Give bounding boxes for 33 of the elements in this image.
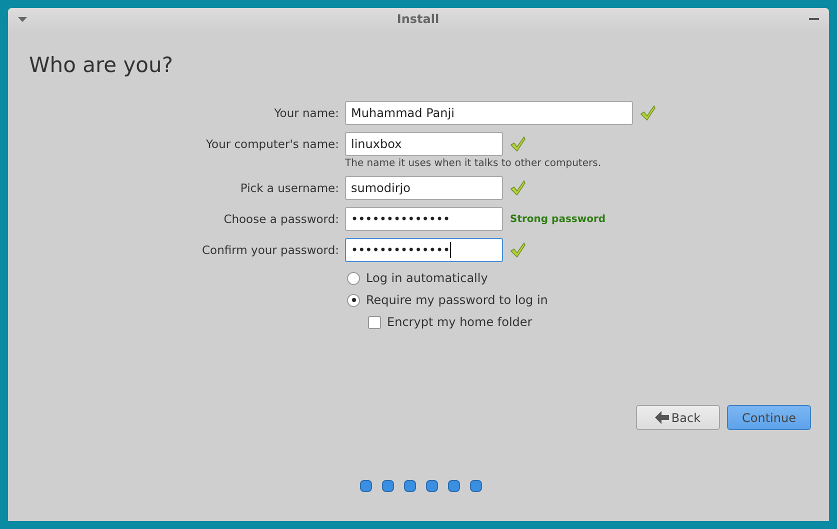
check-icon xyxy=(640,105,656,121)
input-field[interactable]: •••••••••••••• xyxy=(345,238,503,262)
field-value: •••••••••••••• xyxy=(351,212,450,226)
back-button[interactable]: Back xyxy=(636,405,720,430)
check-icon xyxy=(510,180,526,196)
password-strength: Strong password xyxy=(510,214,606,224)
field-value: Muhammad Panji xyxy=(351,106,454,120)
input-field[interactable]: linuxbox xyxy=(345,132,503,156)
field-value: •••••••••••••• xyxy=(351,243,450,257)
field-label: Your name: xyxy=(273,106,339,120)
hint-text: The name it uses when it talks to other computers. xyxy=(345,158,602,169)
field-label: Pick a username: xyxy=(239,181,339,195)
input-field[interactable]: sumodirjo xyxy=(345,176,503,200)
check-icon xyxy=(510,136,526,152)
input-field[interactable]: Muhammad Panji xyxy=(345,101,633,125)
menu-caret-icon[interactable] xyxy=(18,16,27,22)
radio-label: Require my password to log in xyxy=(366,293,548,307)
page-heading: Who are you? xyxy=(29,52,174,78)
checkbox-label: Encrypt my home folder xyxy=(387,315,532,329)
field-label: Confirm your password: xyxy=(201,243,339,257)
field-value: sumodirjo xyxy=(351,181,410,195)
field-value: linuxbox xyxy=(351,137,402,151)
input-field[interactable]: •••••••••••••• xyxy=(345,207,503,231)
check-icon xyxy=(510,242,526,258)
radio-label: Log in automatically xyxy=(366,271,488,285)
window-title: Install xyxy=(396,12,440,26)
checkbox[interactable] xyxy=(368,316,381,328)
radio-button[interactable] xyxy=(347,294,360,306)
continue-button[interactable]: Continue xyxy=(727,405,811,430)
field-label: Choose a password: xyxy=(222,212,339,226)
left-arrow-icon xyxy=(655,411,670,424)
radio-button[interactable] xyxy=(347,272,360,284)
field-label: Your computer's name: xyxy=(205,137,339,151)
